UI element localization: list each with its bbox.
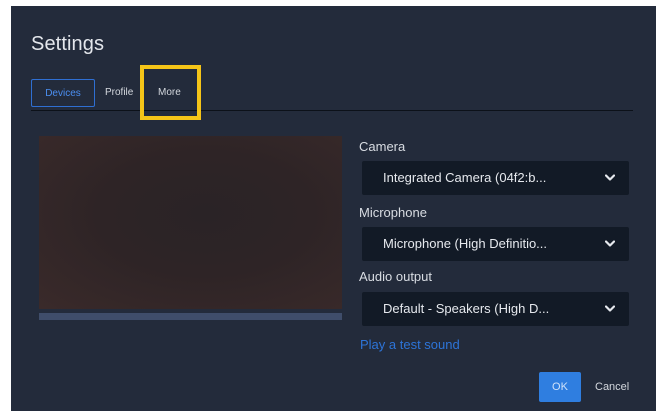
audio-output-label: Audio output <box>359 269 433 284</box>
audio-output-select-value: Default - Speakers (High D... <box>383 301 550 316</box>
camera-select-value: Integrated Camera (04f2:b... <box>383 170 547 185</box>
microphone-select[interactable]: Microphone (High Definitio... <box>362 227 629 261</box>
audio-level-bar <box>39 313 342 320</box>
camera-select[interactable]: Integrated Camera (04f2:b... <box>362 161 629 195</box>
camera-label: Camera <box>359 139 406 154</box>
tab-profile[interactable]: Profile <box>105 79 145 107</box>
audio-output-select[interactable]: Default - Speakers (High D... <box>362 292 629 326</box>
cancel-button[interactable]: Cancel <box>595 372 629 402</box>
dialog-title: Settings <box>31 33 105 55</box>
microphone-select-value: Microphone (High Definitio... <box>383 236 548 251</box>
chevron-down-icon <box>605 240 615 247</box>
tab-devices[interactable]: Devices <box>31 79 95 107</box>
settings-dialog: Settings Devices Profile More Camera Int… <box>11 6 656 411</box>
tab-bar: Devices Profile More <box>31 78 633 111</box>
camera-preview <box>39 136 342 309</box>
chevron-down-icon <box>605 174 615 181</box>
chevron-down-icon <box>605 305 615 312</box>
ok-button[interactable]: OK <box>539 372 581 402</box>
microphone-label: Microphone <box>359 205 427 220</box>
tab-more[interactable]: More <box>158 79 198 107</box>
play-test-sound-link[interactable]: Play a test sound <box>360 337 460 352</box>
